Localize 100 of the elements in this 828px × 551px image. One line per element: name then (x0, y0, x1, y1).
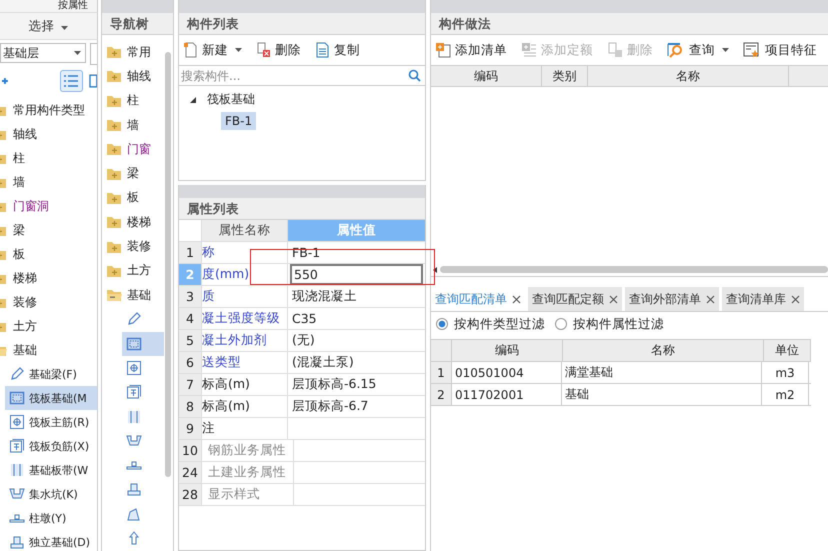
pencil-icon (126, 311, 142, 328)
tree-item[interactable]: 常用 (127, 44, 151, 61)
tree-item[interactable]: 梁 (127, 165, 139, 182)
value-text[interactable]: 层顶标高-6.7 (290, 398, 368, 415)
close-icon[interactable] (706, 294, 715, 304)
filter-radio[interactable]: 按构件类型过滤 (436, 316, 545, 332)
column-header: 编码 (452, 340, 563, 361)
grid-icon (126, 336, 142, 352)
tree-item[interactable]: 筏板基础(M (5, 386, 97, 410)
tree-item[interactable]: 常用构件类型 (13, 102, 85, 118)
tab-label[interactable]: 查询匹配定额 (532, 290, 604, 308)
scrollbar[interactable] (165, 52, 171, 477)
value-input[interactable]: 550 (290, 264, 423, 285)
scrollbar[interactable] (440, 266, 828, 273)
list-icon[interactable] (63, 74, 80, 88)
tree-item[interactable] (122, 332, 164, 356)
tab-label[interactable]: 查询外部清单 (629, 290, 701, 308)
delete-icon[interactable] (256, 42, 271, 58)
tree-item[interactable]: 土方 (127, 262, 151, 280)
cross-square-icon (126, 360, 142, 376)
tab-label[interactable]: 查询匹配清单 (435, 290, 507, 308)
search-icon[interactable] (667, 42, 685, 58)
tree-item[interactable]: 轴线 (13, 126, 37, 142)
tree-item[interactable]: 筏板基础 (207, 91, 255, 108)
component-item[interactable]: FB-1 (221, 112, 256, 130)
tree-item[interactable]: 装修 (13, 294, 37, 310)
tree-item[interactable]: 楼梯 (127, 214, 151, 231)
table-cell: 满堂基础 (562, 362, 762, 383)
tree-item[interactable]: 板 (127, 189, 139, 206)
tree-item[interactable]: 基础梁(F) (0, 362, 97, 386)
panel-icon[interactable] (89, 74, 97, 88)
tab[interactable]: 查询清单库 (722, 287, 804, 311)
tree-item[interactable]: 装修 (127, 238, 151, 256)
tab-label[interactable]: 查询清单库 (726, 290, 786, 308)
toolbar-button[interactable]: 新建 (183, 42, 242, 58)
panel-title: 构件做法 (431, 13, 828, 35)
close-icon[interactable] (609, 294, 618, 304)
tree-item[interactable]: 楼梯 (13, 270, 37, 286)
table-cell: 基础 (562, 384, 762, 405)
toolbar-button[interactable]: 项目特征 (743, 42, 817, 58)
tree-item[interactable]: 墙 (13, 174, 25, 190)
property-name: 凝土强度等级 (202, 308, 288, 329)
caret-icon[interactable] (235, 48, 242, 52)
tree-item[interactable]: 土方 (13, 318, 37, 334)
row-number: 7 (179, 374, 202, 395)
tree-item[interactable]: 柱 (127, 92, 139, 110)
tree-item[interactable]: 基础 (13, 342, 37, 358)
add-list-icon[interactable] (435, 42, 451, 58)
tree-item[interactable]: 筏板主筋(R) (0, 410, 97, 434)
tree-item[interactable]: 独立基础(D) (0, 530, 97, 551)
property-name: 显示样式 (202, 484, 294, 505)
value-text[interactable]: (无) (290, 332, 315, 349)
tab[interactable]: 查询匹配定额 (528, 287, 622, 311)
row-number: 3 (179, 286, 202, 307)
radio-icon[interactable] (555, 318, 567, 330)
tree-item[interactable]: 轴线 (127, 68, 151, 85)
toolbar-button[interactable]: 删除 (256, 42, 301, 58)
row-number: 1 (179, 242, 202, 263)
tree-item[interactable]: 柱 (13, 150, 25, 166)
tree-item[interactable]: 门窗洞 (13, 198, 49, 214)
star-document-icon[interactable] (743, 42, 761, 58)
tree-item[interactable]: 板 (13, 246, 25, 262)
caret-icon[interactable] (61, 26, 68, 30)
row-number: 9 (179, 418, 202, 439)
list-view-button[interactable] (60, 70, 84, 92)
property-name: 注 (202, 418, 288, 439)
search-icon[interactable] (408, 69, 421, 82)
value-text[interactable]: 层顶标高-6.15 (290, 376, 376, 393)
property-name: 度(mm) (202, 264, 288, 285)
row-number: 4 (179, 308, 202, 329)
block-icon (126, 481, 142, 498)
tree-item[interactable]: 门窗 (127, 140, 151, 158)
tree-item[interactable]: 墙 (127, 116, 139, 134)
radio-icon[interactable] (436, 318, 448, 330)
value-text[interactable]: C35 (290, 311, 317, 326)
tree-item[interactable]: 柱墩(Y) (0, 506, 97, 530)
value-text[interactable]: (混凝土泵) (290, 354, 354, 371)
toolbar-button[interactable]: 复制 (315, 42, 360, 58)
close-icon[interactable] (791, 294, 800, 304)
tab[interactable]: 查询外部清单 (625, 287, 719, 311)
close-icon[interactable] (512, 294, 521, 304)
value-text[interactable]: 现浇混凝土 (290, 288, 357, 305)
floor-dropdown[interactable]: 基础层 (0, 43, 86, 63)
row-number: 2 (179, 264, 202, 285)
document-icon[interactable] (315, 42, 330, 58)
tree-item[interactable]: 梁 (13, 222, 25, 238)
caret-icon[interactable] (74, 51, 82, 55)
tree-item[interactable]: 集水坑(K) (0, 482, 97, 506)
column-header: 名称 (563, 340, 764, 361)
table-cell: m2 (762, 384, 809, 405)
expand-icon[interactable] (189, 96, 197, 104)
tree-item[interactable]: 基础 (127, 286, 151, 304)
tree-item[interactable]: 基础板带(W (0, 458, 97, 482)
property-name: 称 (202, 242, 288, 263)
toolbar-button[interactable]: 添加清单 (435, 42, 507, 58)
tree-item[interactable]: 筏板负筋(X) (0, 434, 97, 458)
caret-icon[interactable] (722, 48, 729, 52)
toolbar-button[interactable]: 查询 (667, 42, 729, 58)
filter-radio[interactable]: 按构件属性过滤 (555, 316, 664, 332)
new-document-icon[interactable] (183, 42, 198, 58)
